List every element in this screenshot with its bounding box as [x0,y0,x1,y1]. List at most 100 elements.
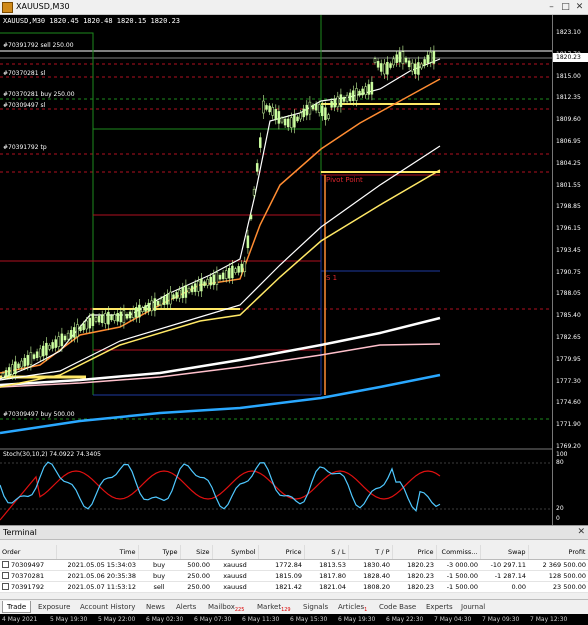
price-tick: 1782.65 [556,334,581,342]
candle-body [38,348,42,358]
tab-mailbox[interactable]: Mailbox225 [208,601,244,613]
close-icon[interactable]: ✕ [577,527,585,537]
window-titlebar[interactable]: XAUUSD,M30 – □ ✕ [0,0,588,15]
candle-body [271,107,274,116]
candle-body [348,92,352,102]
column-header[interactable]: S / L [304,545,349,560]
column-header[interactable]: Profit [528,545,588,560]
candle-body [234,268,237,273]
tab-experts[interactable]: Experts [426,601,453,613]
candle-body [262,100,265,114]
tab-market[interactable]: Market129 [257,601,291,613]
column-header[interactable]: Size [180,545,213,560]
order-label[interactable]: #70370281 sl [3,70,45,77]
candle-body [97,315,101,323]
candle-body [91,313,95,326]
candle-body [187,287,191,293]
tab-trade[interactable]: Trade [2,601,32,613]
column-header[interactable]: Price [258,545,305,560]
time-tick: 6 May 02:30 [146,616,184,623]
candle-body [317,104,321,113]
table-row[interactable]: 70309497 2021.05.05 15:34:03 buy 500.00 … [0,559,588,571]
candle-body [398,51,402,63]
candle-body [305,104,309,116]
candle-body [265,105,268,110]
tab-journal[interactable]: Journal [461,601,485,613]
minimize-icon[interactable]: – [545,1,558,13]
time-tick: 7 May 09:30 [482,616,520,623]
tab-articles[interactable]: Articles1 [338,601,367,613]
column-header[interactable]: Price [392,545,437,560]
candle-body [243,261,247,273]
column-header[interactable]: Order [0,545,57,560]
candle-body [373,58,377,63]
order-label[interactable]: #70391792 tp [3,144,47,151]
price-tick: 1815.00 [556,72,581,80]
candle-body [361,88,364,96]
order-icon [2,582,9,590]
time-tick: 6 May 11:30 [242,616,280,623]
column-header[interactable]: Commiss... [436,545,481,560]
candle-body [85,320,88,330]
close-icon[interactable]: ✕ [573,1,586,13]
order-label[interactable]: #70309497 buy 500.00 [3,411,75,418]
tab-code-base[interactable]: Code Base [379,601,416,613]
candle-body [345,94,349,102]
candle-body [215,272,219,285]
stochastic-oscillator [0,461,441,521]
stoch-tick: 20 [556,505,564,512]
order-label[interactable]: #70309497 sl [3,102,45,109]
candle-body [302,108,305,118]
table-row[interactable]: 70370281 2021.05.06 20:35:38 buy 250.00 … [0,570,588,582]
candle-body [370,81,374,95]
tab-signals[interactable]: Signals [303,601,328,613]
candle-body [342,97,346,102]
candle-body [45,342,48,356]
candle-body [178,289,181,299]
candle-body [7,367,11,376]
candle-body [383,63,386,75]
candle-body [23,357,26,367]
price-scale[interactable]: 1823.101817.701815.001812.351809.601806.… [552,15,588,525]
price-tick: 1771.90 [556,421,581,429]
candle-body [249,214,253,220]
orders-table: Order Time Type Size Symbol Price S / L … [0,545,588,593]
candle-body [367,84,371,95]
candle-body [110,315,113,321]
candle-body [181,287,185,299]
time-tick: 7 May 12:30 [530,616,568,623]
table-row[interactable]: 70391792 2021.05.07 11:53:12 sell 250.00… [0,581,588,593]
tab-account-history[interactable]: Account History [80,601,135,613]
price-tick: 1823.10 [556,29,581,36]
price-tick: 1774.60 [556,399,581,407]
column-header[interactable]: Type [138,545,181,560]
candle-body [410,62,414,72]
price-chart[interactable]: XAUUSD,M30 1820.45 1820.48 1820.15 1820.… [0,15,588,525]
order-label[interactable]: #70391792 sell 250.00 [3,42,74,49]
price-tick: 1790.75 [556,268,581,276]
column-header[interactable]: Swap [480,545,529,560]
candle-body [150,300,154,312]
candle-body [138,304,141,318]
candle-body [57,336,61,347]
tab-news[interactable]: News [146,601,165,613]
candle-body [197,281,200,292]
candle-body [221,272,225,280]
candle-body [11,364,14,375]
candle-body [193,283,197,292]
chart-canvas[interactable] [0,15,552,525]
articles-badge: 1 [364,607,368,613]
mailbox-badge: 225 [234,607,245,613]
candle-body [190,285,194,293]
tab-exposure[interactable]: Exposure [38,601,70,613]
column-header[interactable]: Time [56,545,139,560]
column-header[interactable]: Symbol [212,545,259,560]
candle-body [17,363,20,369]
maximize-icon[interactable]: □ [559,1,572,13]
candle-body [35,351,39,358]
tab-alerts[interactable]: Alerts [176,601,196,613]
terminal-panel: Terminal ✕ Order Time Type Size Symbol P… [0,525,588,625]
candle-body [324,107,327,120]
order-label[interactable]: #70370281 buy 250.00 [3,91,75,98]
column-header[interactable]: T / P [348,545,393,560]
